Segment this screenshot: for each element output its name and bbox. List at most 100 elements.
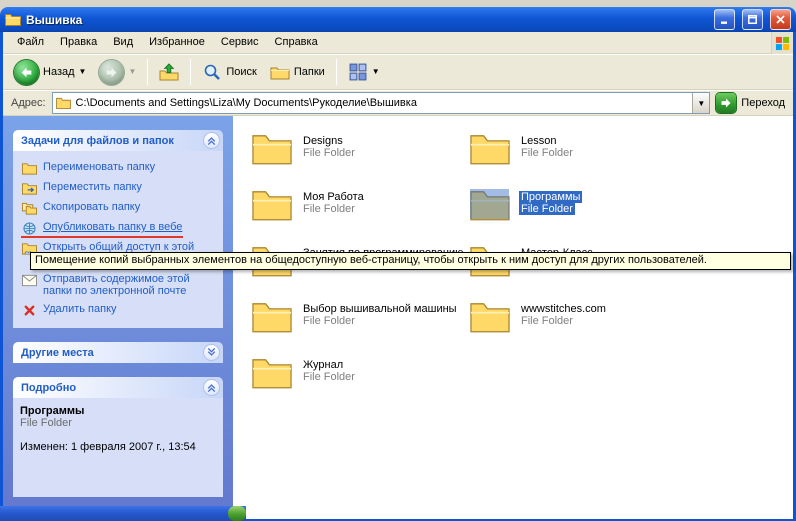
- file-tasks-header[interactable]: Задачи для файлов и папок: [13, 130, 223, 151]
- windows-flag-icon: [771, 32, 793, 54]
- details-modified: Изменен: 1 февраля 2007 г., 13:54: [20, 441, 219, 453]
- file-tasks-body: Переименовать папку Переместить папку Ск…: [13, 151, 223, 328]
- titlebar: Вышивка: [0, 7, 796, 32]
- back-button[interactable]: Назад ▼: [9, 57, 91, 88]
- folder-icon: [251, 300, 293, 333]
- details-header[interactable]: Подробно: [13, 377, 223, 398]
- folder-item[interactable]: Моя РаботаFile Folder: [251, 188, 469, 244]
- collapse-button[interactable]: [203, 132, 220, 149]
- collapse-button[interactable]: [203, 379, 220, 396]
- address-label: Адрес:: [11, 97, 46, 109]
- file-list-area[interactable]: DesignsFile Folder LessonFile Folder Моя…: [233, 116, 793, 519]
- envelope-icon: [22, 274, 37, 287]
- folder-icon: [469, 132, 511, 165]
- folder-icon: [251, 356, 293, 389]
- maximize-icon: [747, 14, 758, 25]
- address-combobox[interactable]: C:\Documents and Settings\Liza\My Docume…: [52, 92, 711, 114]
- folder-name: wwwstitches.com: [519, 303, 608, 315]
- folders-label: Папки: [294, 66, 325, 78]
- search-label: Поиск: [226, 66, 256, 78]
- folder-icon: [251, 132, 293, 165]
- taskbar-button[interactable]: [228, 506, 246, 521]
- chevron-up-icon: [205, 134, 218, 147]
- minimize-icon: [719, 14, 730, 25]
- folder-type: File Folder: [301, 203, 357, 215]
- window-title: Вышивка: [26, 13, 707, 27]
- task-rename-folder[interactable]: Переименовать папку: [20, 158, 219, 178]
- folders-pane-icon: [270, 63, 290, 81]
- close-button[interactable]: [770, 9, 791, 30]
- menu-file[interactable]: Файл: [9, 32, 52, 53]
- task-publish-folder[interactable]: Опубликовать папку в вебе: [20, 218, 219, 238]
- other-places-header[interactable]: Другие места: [13, 342, 223, 363]
- expand-button[interactable]: [203, 344, 220, 361]
- folder-item[interactable]: LessonFile Folder: [469, 132, 793, 188]
- folder-name: Designs: [301, 135, 345, 147]
- details-body: Программы File Folder Изменен: 1 февраля…: [13, 398, 223, 497]
- forward-button[interactable]: ▼: [94, 57, 141, 88]
- folder-icon: [469, 188, 511, 221]
- folder-item[interactable]: DesignsFile Folder: [251, 132, 469, 188]
- menu-help[interactable]: Справка: [267, 32, 326, 53]
- folder-item[interactable]: ЖурналFile Folder: [251, 356, 469, 412]
- search-button[interactable]: Поиск: [197, 60, 261, 84]
- minimize-button[interactable]: [714, 9, 735, 30]
- task-email-folder[interactable]: Отправить содержимое этой папки по элект…: [20, 270, 219, 300]
- address-folder-icon: [56, 97, 71, 109]
- task-move-folder[interactable]: Переместить папку: [20, 178, 219, 198]
- address-path[interactable]: C:\Documents and Settings\Liza\My Docume…: [76, 97, 693, 109]
- folder-icon: [469, 300, 511, 333]
- folder-item[interactable]: Выбор вышивальной машиныFile Folder: [251, 300, 469, 356]
- folder-type: File Folder: [519, 315, 575, 327]
- move-folder-icon: [22, 182, 37, 195]
- views-icon: [348, 63, 368, 81]
- addressbar: Адрес: C:\Documents and Settings\Liza\My…: [3, 90, 793, 116]
- up-button[interactable]: [154, 60, 184, 84]
- other-places-title: Другие места: [21, 347, 94, 359]
- go-arrow-icon: [716, 93, 736, 113]
- back-dropdown-icon[interactable]: ▼: [79, 68, 87, 76]
- folder-name: Выбор вышивальной машины: [301, 303, 459, 315]
- toolbar: Назад ▼ ▼ П: [3, 54, 793, 90]
- folder-item[interactable]: wwwstitches.comFile Folder: [469, 300, 793, 356]
- menu-edit[interactable]: Правка: [52, 32, 105, 53]
- window-folder-icon: [5, 13, 21, 26]
- folder-name: Журнал: [301, 359, 345, 371]
- section-file-tasks: Задачи для файлов и папок Переименовать …: [13, 130, 223, 328]
- folder-type: File Folder: [301, 315, 357, 327]
- toolbar-separator: [190, 59, 191, 85]
- tooltip-text: Помещение копий выбранных элементов на о…: [35, 254, 707, 266]
- forward-dropdown-icon: ▼: [128, 68, 136, 76]
- address-dropdown-button[interactable]: ▼: [692, 93, 709, 113]
- folder-type: File Folder: [519, 203, 575, 215]
- tooltip: Помещение копий выбранных элементов на о…: [30, 252, 791, 270]
- copy-folder-icon: [22, 202, 37, 215]
- close-icon: [775, 14, 786, 25]
- window-body: Файл Правка Вид Избранное Сервис Справка: [0, 32, 796, 521]
- menubar: Файл Правка Вид Избранное Сервис Справка: [3, 32, 793, 54]
- folder-name: Lesson: [519, 135, 558, 147]
- folder-icon: [251, 188, 293, 221]
- section-details: Подробно Программы File Folder Изменен: …: [13, 377, 223, 497]
- menu-view[interactable]: Вид: [105, 32, 141, 53]
- back-arrow-icon: [14, 60, 39, 85]
- maximize-button[interactable]: [742, 9, 763, 30]
- taskpane: Задачи для файлов и папок Переименовать …: [3, 116, 233, 519]
- views-dropdown-icon[interactable]: ▼: [372, 68, 380, 76]
- go-label: Переход: [741, 97, 785, 109]
- folder-item-selected[interactable]: ПрограммыFile Folder: [469, 188, 793, 244]
- taskbar[interactable]: [0, 506, 246, 521]
- views-button[interactable]: ▼: [343, 60, 385, 84]
- details-selected-type: File Folder: [20, 417, 219, 429]
- menu-favorites[interactable]: Избранное: [141, 32, 213, 53]
- rename-folder-icon: [22, 162, 37, 175]
- task-delete-folder[interactable]: Удалить папку: [20, 300, 219, 320]
- task-copy-folder[interactable]: Скопировать папку: [20, 198, 219, 218]
- toolbar-separator: [147, 59, 148, 85]
- delete-x-icon: [22, 304, 37, 317]
- go-button[interactable]: Переход: [716, 93, 787, 113]
- menu-tools[interactable]: Сервис: [213, 32, 267, 53]
- folder-type: File Folder: [519, 147, 575, 159]
- folders-button[interactable]: Папки: [265, 60, 330, 84]
- up-folder-icon: [159, 63, 179, 81]
